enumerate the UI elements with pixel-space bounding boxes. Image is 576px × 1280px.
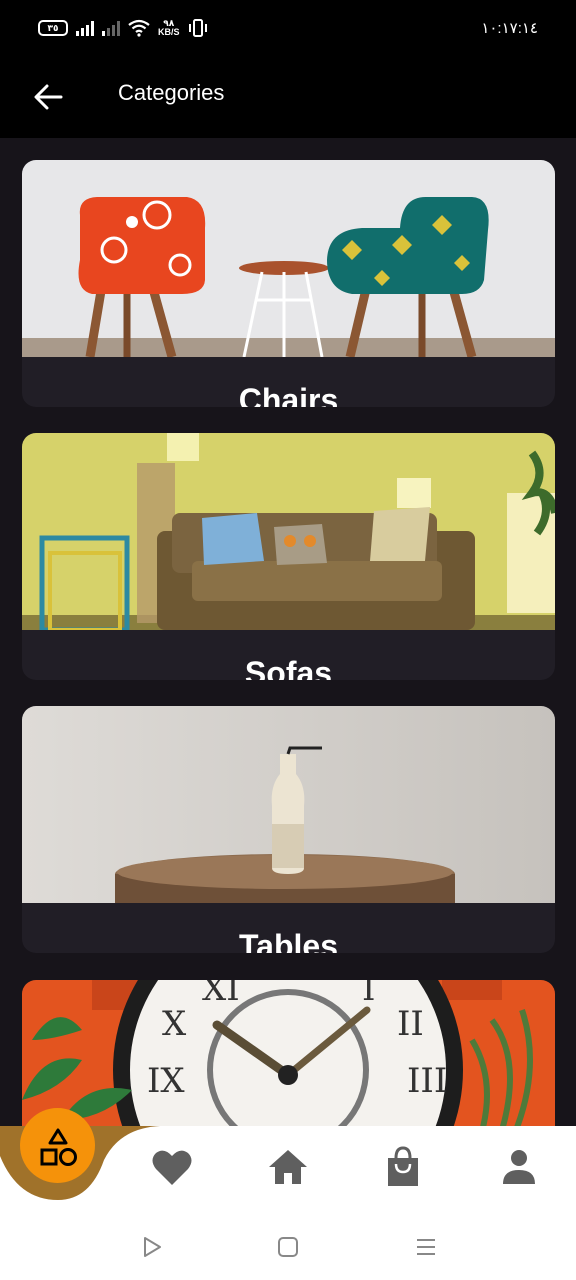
recents-menu-icon [417,1239,435,1255]
nav-item-cart[interactable] [381,1145,425,1189]
category-card-tables[interactable]: Tables [22,706,555,953]
battery-icon: ٣٥ [38,20,68,36]
back-button[interactable] [28,77,68,117]
system-navigation-bar [0,1214,576,1280]
nav-item-profile[interactable] [497,1145,541,1189]
person-icon [503,1150,535,1184]
svg-text:III: III [407,1061,447,1101]
battery-level: ٣٥ [47,23,59,33]
page-title: Categories [118,80,225,105]
svg-text:XI: XI [202,980,240,1009]
status-bar: ٣٥ ٩٨ KB/S ١٠:١٧:١٤ [0,0,576,60]
category-label-sofas: Sofas [244,655,333,680]
app-bar: Categories [0,60,576,138]
arrow-left-icon [34,84,63,110]
category-label-tables: Tables [239,928,338,953]
home-square-icon [278,1237,298,1257]
system-back-button[interactable] [137,1232,167,1262]
svg-text:II: II [397,1004,424,1044]
category-image-clocks: XI I II X IX III [22,980,555,1126]
category-card-sofas[interactable]: Sofas [22,433,555,680]
nav-item-home[interactable] [266,1145,310,1189]
svg-text:IX: IX [147,1061,185,1101]
wifi-icon [128,19,150,37]
clock: ١٠:١٧:١٤ [481,20,538,37]
category-image-sofas [22,433,555,630]
nav-item-categories[interactable] [20,1108,95,1183]
system-home-button[interactable] [273,1232,303,1262]
signal-strength-secondary-icon [102,20,120,36]
home-icon [269,1150,307,1184]
nav-item-favorites[interactable] [150,1145,194,1189]
shopping-bag-icon [388,1146,418,1186]
system-recents-button[interactable] [411,1232,441,1262]
svg-text:I: I [362,980,375,1009]
shapes-icon [40,1128,77,1166]
category-list[interactable]: Chairs Sofas Tables XI I II X IX III [0,138,576,1126]
status-icons: ٣٥ ٩٨ KB/S [38,19,208,37]
network-speed: ٩٨ KB/S [158,19,180,37]
heart-icon [152,1150,192,1185]
back-triangle-icon [144,1237,161,1257]
vibrate-icon [188,19,207,37]
category-card-clocks[interactable]: XI I II X IX III [22,980,555,1126]
category-card-chairs[interactable]: Chairs [22,160,555,407]
svg-text:X: X [162,1004,187,1044]
network-speed-unit: KB/S [158,27,180,37]
category-image-chairs [22,160,555,357]
signal-strength-icon [76,20,94,36]
category-label-chairs: Chairs [238,382,339,407]
category-image-tables [22,706,555,903]
